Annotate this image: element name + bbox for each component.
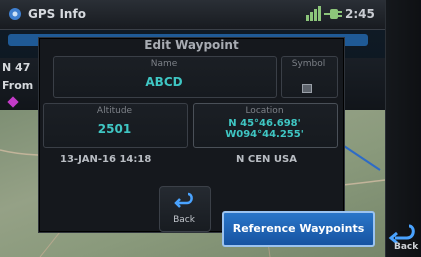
- name-value: ABCD: [145, 75, 183, 89]
- reference-waypoints-label: Reference Waypoints: [232, 222, 365, 235]
- location-label: Location: [245, 106, 284, 116]
- satellite-signal-icon: [304, 5, 322, 23]
- background-row-1-text: N 47: [2, 61, 31, 74]
- dialog-title: Edit Waypoint: [144, 38, 239, 52]
- altitude-value: 2501: [97, 122, 132, 136]
- power-plug-icon: [322, 6, 344, 22]
- waypoint-datetime: 13-JAN-16 14:18: [60, 154, 152, 165]
- gps-icon: [7, 6, 23, 22]
- back-arrow-icon: [172, 191, 196, 209]
- background-row-2-text: From: [2, 79, 34, 92]
- status-time: 2:45: [345, 7, 375, 21]
- back-softkey-label: Back: [394, 242, 419, 252]
- location-latitude: N 45°46.698': [228, 118, 301, 129]
- altitude-label: Altitude: [96, 106, 133, 116]
- name-label: Name: [150, 59, 178, 69]
- symbol-label: Symbol: [291, 59, 326, 69]
- dialog-back-label: Back: [173, 215, 195, 225]
- waypoint-symbol-icon: [302, 78, 312, 93]
- status-title: GPS Info: [28, 7, 86, 21]
- location-longitude: W094°44.255': [225, 129, 304, 140]
- waypoint-region: N CEN USA: [236, 154, 297, 165]
